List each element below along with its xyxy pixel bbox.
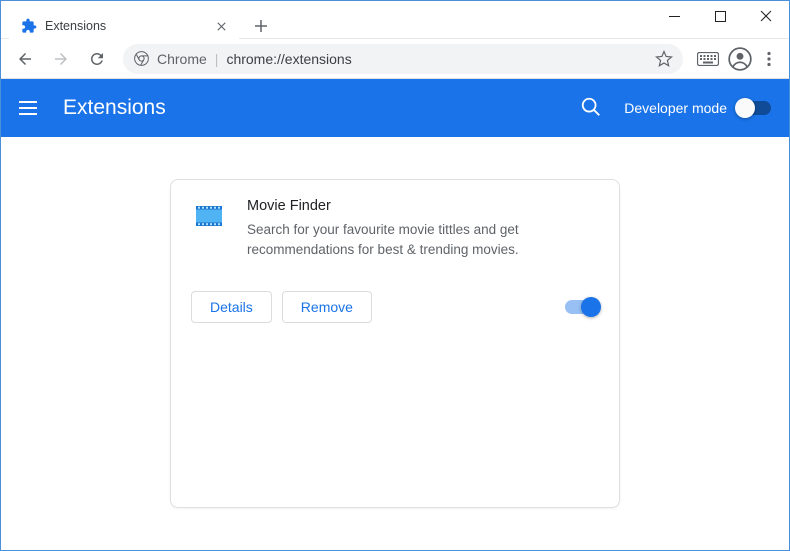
details-button[interactable]: Details	[191, 291, 272, 323]
tab-close-icon[interactable]	[213, 18, 229, 34]
omnibox-origin: Chrome	[157, 51, 207, 67]
card-text: Movie Finder Search for your favourite m…	[247, 198, 599, 259]
extension-description: Search for your favourite movie tittles …	[247, 220, 599, 259]
maximize-button[interactable]	[697, 1, 743, 31]
tab-extensions[interactable]: Extensions	[9, 9, 239, 43]
forward-button[interactable]	[45, 43, 77, 75]
chrome-icon	[133, 51, 149, 67]
keyboard-icon[interactable]	[697, 52, 719, 66]
tab-strip: Extensions	[9, 9, 275, 43]
menu-icon[interactable]	[761, 51, 777, 67]
toolbar-right	[693, 46, 781, 72]
hamburger-icon[interactable]	[19, 96, 43, 120]
omnibox-url: chrome://extensions	[226, 51, 647, 67]
extension-card: Movie Finder Search for your favourite m…	[170, 179, 620, 508]
close-button[interactable]	[743, 1, 789, 31]
address-bar[interactable]: Chrome | chrome://extensions	[123, 44, 683, 74]
back-button[interactable]	[9, 43, 41, 75]
extension-name: Movie Finder	[247, 198, 599, 214]
page-title: Extensions	[63, 96, 580, 120]
browser-window: Extensions Chrome | chrome://extensions	[0, 0, 790, 551]
new-tab-button[interactable]	[247, 12, 275, 40]
dev-mode-label: Developer mode	[624, 100, 727, 116]
bookmark-star-icon[interactable]	[655, 50, 673, 68]
account-icon[interactable]	[727, 46, 753, 72]
reload-button[interactable]	[81, 43, 113, 75]
minimize-button[interactable]	[651, 1, 697, 31]
extensions-header: Extensions Developer mode	[1, 79, 789, 137]
card-header: Movie Finder Search for your favourite m…	[191, 198, 599, 259]
search-icon[interactable]	[580, 96, 604, 120]
dev-mode-toggle[interactable]	[737, 101, 771, 115]
movie-finder-icon	[191, 198, 227, 234]
extensions-content: pcrisk.com Movie Finder Search for your …	[1, 137, 789, 550]
remove-button[interactable]: Remove	[282, 291, 372, 323]
extension-enable-toggle[interactable]	[565, 300, 599, 314]
puzzle-icon	[21, 18, 37, 34]
card-actions: Details Remove	[191, 291, 599, 323]
tab-title: Extensions	[45, 19, 213, 33]
browser-toolbar: Chrome | chrome://extensions	[1, 39, 789, 79]
omnibox-divider: |	[215, 51, 219, 67]
